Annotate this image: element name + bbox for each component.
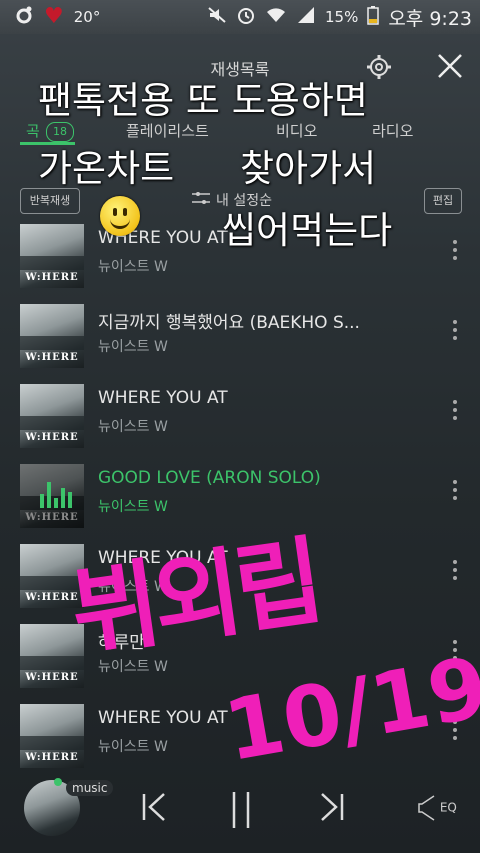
more-options-icon[interactable] [452, 560, 458, 590]
song-title: 하루만 [98, 633, 145, 653]
list-item[interactable]: W:HERE WHERE YOU AT 뉴이스트 W [0, 376, 480, 456]
song-artist: 뉴이스트 W [98, 259, 168, 275]
next-track-icon[interactable] [316, 790, 346, 828]
app-notification-icon [14, 5, 34, 29]
album-art: W:HERE [20, 224, 84, 288]
list-toolbar: 반복재생 내 설정순 편집 [0, 184, 480, 220]
list-item-now-playing[interactable]: W:HERE GOOD LOVE (ARON SOLO) 뉴이스트 W [0, 456, 480, 536]
song-list: W:HERE WHERE YOU AT 뉴이스트 W W:HERE 지금까지 행… [0, 224, 480, 768]
signal-icon [296, 5, 316, 29]
song-count-badge: 18 [46, 122, 74, 142]
list-item[interactable]: W:HERE WHERE YOU AT 뉴이스트 W [0, 536, 480, 616]
repeat-button[interactable]: 반복재생 [20, 188, 80, 214]
song-artist: 뉴이스트 W [98, 579, 168, 595]
wifi-icon [265, 5, 287, 29]
album-art: W:HERE [20, 544, 84, 608]
sort-label: 내 설정순 [216, 193, 272, 209]
song-artist: 뉴이스트 W [98, 499, 168, 515]
more-options-icon[interactable] [452, 640, 458, 670]
equalizer-playing-icon [40, 480, 72, 508]
song-title: WHERE YOU AT [98, 548, 228, 568]
song-artist: 뉴이스트 W [98, 739, 168, 755]
tab-videos[interactable]: 비디오 [276, 120, 317, 141]
battery-percent: 15% [324, 8, 359, 26]
close-icon[interactable] [436, 52, 464, 80]
list-item[interactable]: W:HERE 하루만 뉴이스트 W [0, 616, 480, 696]
clock: 오후 9:23 [388, 7, 472, 30]
music-label: music [66, 780, 114, 796]
page-title: 재생목록 [210, 60, 270, 79]
tab-playlists[interactable]: 플레이리스트 [126, 120, 209, 141]
eq-label: EQ [439, 800, 457, 815]
album-art: W:HERE [20, 704, 84, 768]
more-options-icon[interactable] [452, 320, 458, 350]
song-title: WHERE YOU AT [98, 388, 228, 408]
album-art: W:HERE [20, 464, 84, 528]
tab-radio[interactable]: 라디오 [372, 120, 413, 141]
song-title: WHERE YOU AT [98, 228, 228, 248]
previous-track-icon[interactable] [140, 790, 170, 828]
song-artist: 뉴이스트 W [98, 339, 168, 355]
list-item[interactable]: W:HERE WHERE YOU AT 뉴이스트 W [0, 216, 480, 296]
tab-songs[interactable]: 곡 [26, 120, 40, 141]
pause-icon[interactable] [228, 790, 254, 834]
settings-gear-icon[interactable] [366, 54, 392, 80]
more-options-icon[interactable] [452, 240, 458, 270]
heart-icon: ♥ [44, 4, 64, 29]
edit-button[interactable]: 편집 [424, 188, 462, 214]
online-dot [54, 778, 62, 786]
song-title: WHERE YOU AT [98, 708, 228, 728]
mute-icon [207, 5, 227, 29]
more-options-icon[interactable] [452, 480, 458, 510]
album-art: W:HERE [20, 624, 84, 688]
song-title: GOOD LOVE (ARON SOLO) [98, 468, 321, 488]
active-tab-indicator [20, 142, 75, 145]
sort-icon [192, 191, 210, 209]
equalizer-button[interactable]: EQ [418, 794, 457, 822]
song-artist: 뉴이스트 W [98, 659, 168, 675]
status-bar: ♥ 20° 15% 오후 9:23 [0, 0, 480, 34]
mini-player: music EQ [0, 764, 480, 853]
album-art: W:HERE [20, 384, 84, 448]
album-art: W:HERE [20, 304, 84, 368]
sort-dropdown[interactable]: 내 설정순 [192, 190, 272, 210]
more-options-icon[interactable] [452, 400, 458, 430]
song-title: 지금까지 행복했어요 (BAEKHO S... [98, 313, 360, 333]
battery-charging-icon [367, 5, 380, 29]
list-item[interactable]: W:HERE 지금까지 행복했어요 (BAEKHO S... 뉴이스트 W [0, 296, 480, 376]
alarm-icon [236, 5, 256, 29]
temperature-text: 20° [73, 8, 101, 26]
song-artist: 뉴이스트 W [98, 419, 168, 435]
playlist-header: 재생목록 [0, 34, 480, 98]
more-options-icon[interactable] [452, 720, 458, 750]
